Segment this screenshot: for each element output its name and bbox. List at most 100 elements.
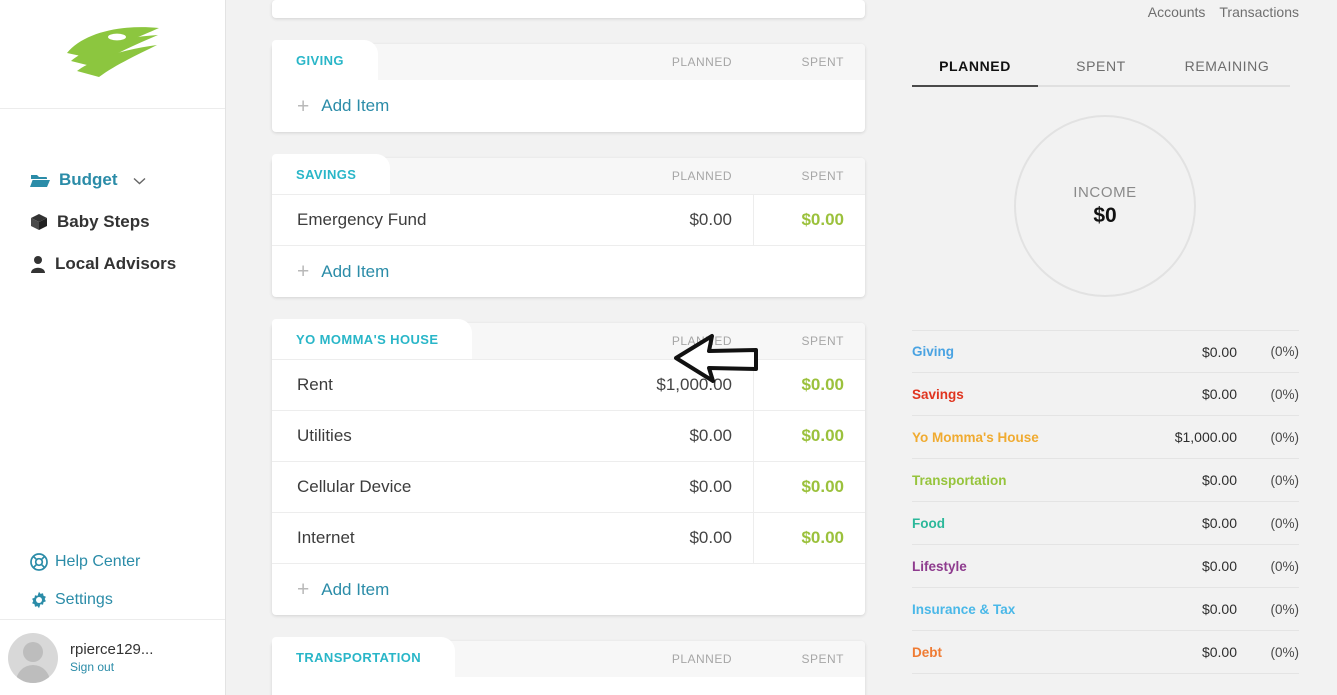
budget-card-giving: GIVING PLANNED SPENT + Add Item — [272, 40, 865, 132]
nav-link-accounts[interactable]: Accounts — [1148, 4, 1206, 20]
budget-item-spent[interactable]: $0.00 — [753, 360, 865, 410]
budget-item-row[interactable]: Utilities $0.00 $0.00 — [272, 410, 865, 461]
budget-card-partial-above — [272, 0, 865, 18]
category-name: Giving — [912, 344, 955, 359]
brand-logo[interactable] — [0, 0, 225, 109]
sidebar-item-local-advisors-label: Local Advisors — [55, 254, 177, 273]
column-header-spent: SPENT — [801, 334, 844, 348]
card-header: SAVINGS PLANNED SPENT — [272, 154, 865, 194]
card-column-headers: PLANNED SPENT — [563, 641, 865, 677]
budget-card-savings: SAVINGS PLANNED SPENT Emergency Fund $0.… — [272, 154, 865, 297]
category-name: Yo Momma's House — [912, 429, 1039, 445]
tab-remaining[interactable]: REMAINING — [1164, 58, 1290, 87]
budget-item-name: Rent — [297, 375, 333, 394]
list-item[interactable]: Lifestyle $0.00 (0%) — [912, 545, 1299, 588]
card-column-headers: PLANNED SPENT — [563, 323, 865, 359]
budget-item-planned[interactable]: $0.00 — [563, 426, 753, 446]
tab-spent[interactable]: SPENT — [1038, 58, 1164, 87]
add-item-label: Add Item — [321, 96, 390, 115]
category-amount: $0.00 — [1201, 472, 1237, 488]
add-item-label: Add Item — [321, 261, 390, 281]
sidebar-item-budget[interactable]: Budget — [0, 159, 225, 201]
nav-link-transactions[interactable]: Transactions — [1219, 4, 1299, 20]
column-header-planned: PLANNED — [671, 334, 732, 348]
sidebar-item-baby-steps-label: Baby Steps — [57, 212, 150, 231]
budget-item-name: Utilities — [297, 426, 352, 445]
sign-out-link[interactable]: Sign out — [70, 660, 153, 674]
category-name: Savings — [912, 386, 964, 402]
budget-item-planned[interactable]: $1,000.00 — [563, 375, 753, 395]
category-percent: (0%) — [1270, 472, 1299, 488]
sidebar-item-budget-label: Budget — [59, 170, 118, 189]
list-item[interactable]: Debt $0.00 (0%) — [912, 631, 1299, 674]
summary-tabs: PLANNED SPENT REMAINING — [912, 58, 1290, 87]
app-root: Budget Baby Steps Local Advisors Help Ce… — [0, 0, 1337, 695]
plus-icon: + — [297, 578, 310, 601]
sidebar: Budget Baby Steps Local Advisors Help Ce… — [0, 0, 226, 695]
budget-item-planned[interactable]: $0.00 — [563, 477, 753, 497]
sidebar-nav-primary: Budget Baby Steps Local Advisors — [0, 109, 225, 285]
column-header-spent: SPENT — [801, 652, 844, 666]
budget-item-row[interactable]: Cellular Device $0.00 $0.00 — [272, 461, 865, 512]
sidebar-item-help-center[interactable]: Help Center — [0, 543, 225, 581]
budget-item-row[interactable]: Rent $1,000.00 $0.00 — [272, 359, 865, 410]
budget-item-spent[interactable]: $0.00 — [753, 411, 865, 461]
category-percent: (0%) — [1270, 429, 1299, 445]
top-nav-links: Accounts Transactions — [901, 0, 1309, 20]
plus-icon: + — [297, 94, 310, 118]
budget-item-spent[interactable]: $0.00 — [753, 195, 865, 245]
tab-planned[interactable]: PLANNED — [912, 58, 1038, 87]
list-item[interactable]: Yo Momma's House $1,000.00 (0%) — [912, 416, 1299, 459]
chevron-down-icon[interactable] — [133, 173, 146, 188]
add-item-button[interactable]: + Add Item — [272, 245, 865, 297]
column-header-planned: PLANNED — [671, 169, 732, 183]
column-header-spent: SPENT — [801, 55, 844, 69]
card-title: YO MOMMA'S HOUSE — [296, 331, 439, 347]
card-title-tab[interactable]: YO MOMMA'S HOUSE — [272, 319, 473, 359]
budget-item-spent[interactable]: $0.00 — [753, 513, 865, 563]
list-item[interactable]: Giving $0.00 (0%) — [912, 330, 1299, 373]
add-item-button[interactable]: + Add Item — [272, 563, 865, 615]
folder-open-icon — [30, 172, 50, 188]
card-title-tab[interactable]: TRANSPORTATION — [272, 637, 455, 677]
add-item-button[interactable]: + Add Item — [272, 80, 865, 132]
category-name: Transportation — [912, 472, 1007, 488]
category-amount: $1,000.00 — [1174, 429, 1237, 445]
budget-item-row[interactable]: Internet $0.00 $0.00 — [272, 512, 865, 563]
card-title-tab[interactable]: GIVING — [272, 40, 378, 80]
category-summary-list: Giving $0.00 (0%) Savings $0.00 (0%) Yo … — [901, 330, 1309, 674]
category-percent: (0%) — [1270, 558, 1299, 574]
card-title: TRANSPORTATION — [296, 649, 421, 665]
card-column-headers: PLANNED SPENT — [563, 44, 865, 80]
budget-item-spent[interactable]: $0.00 — [753, 462, 865, 512]
card-title-tab[interactable]: SAVINGS — [272, 154, 391, 194]
category-amount: $0.00 — [1201, 515, 1237, 531]
sidebar-nav-secondary: Help Center Settings — [0, 543, 225, 619]
list-item[interactable]: Savings $0.00 (0%) — [912, 373, 1299, 416]
category-name: Debt — [912, 644, 942, 660]
card-title: GIVING — [296, 52, 344, 68]
budget-item-row[interactable]: Emergency Fund $0.00 $0.00 — [272, 194, 865, 245]
category-percent: (0%) — [1270, 344, 1299, 359]
sidebar-item-settings[interactable]: Settings — [0, 581, 225, 619]
category-amount: $0.00 — [1201, 386, 1237, 402]
list-item[interactable]: Insurance & Tax $0.00 (0%) — [912, 588, 1299, 631]
budget-item-planned[interactable]: $0.00 — [563, 528, 753, 548]
category-amount: $0.00 — [1201, 644, 1237, 660]
add-item-button[interactable]: + Add Item — [272, 677, 865, 695]
category-percent: (0%) — [1270, 386, 1299, 402]
everydollar-logo-icon — [66, 27, 159, 77]
add-item-label: Add Item — [321, 579, 390, 599]
sidebar-item-local-advisors[interactable]: Local Advisors — [0, 243, 225, 285]
person-icon — [30, 255, 46, 273]
list-item[interactable]: Food $0.00 (0%) — [912, 502, 1299, 545]
category-amount: $0.00 — [1201, 601, 1237, 617]
budget-item-planned[interactable]: $0.00 — [563, 210, 753, 230]
income-donut: INCOME $0 — [1014, 115, 1196, 297]
avatar — [8, 632, 58, 683]
list-item[interactable]: Transportation $0.00 (0%) — [912, 459, 1299, 502]
category-name: Lifestyle — [912, 558, 967, 574]
user-account-box[interactable]: rpierce129... Sign out — [0, 619, 225, 695]
income-donut-wrap: INCOME $0 — [901, 115, 1309, 297]
sidebar-item-baby-steps[interactable]: Baby Steps — [0, 201, 225, 243]
